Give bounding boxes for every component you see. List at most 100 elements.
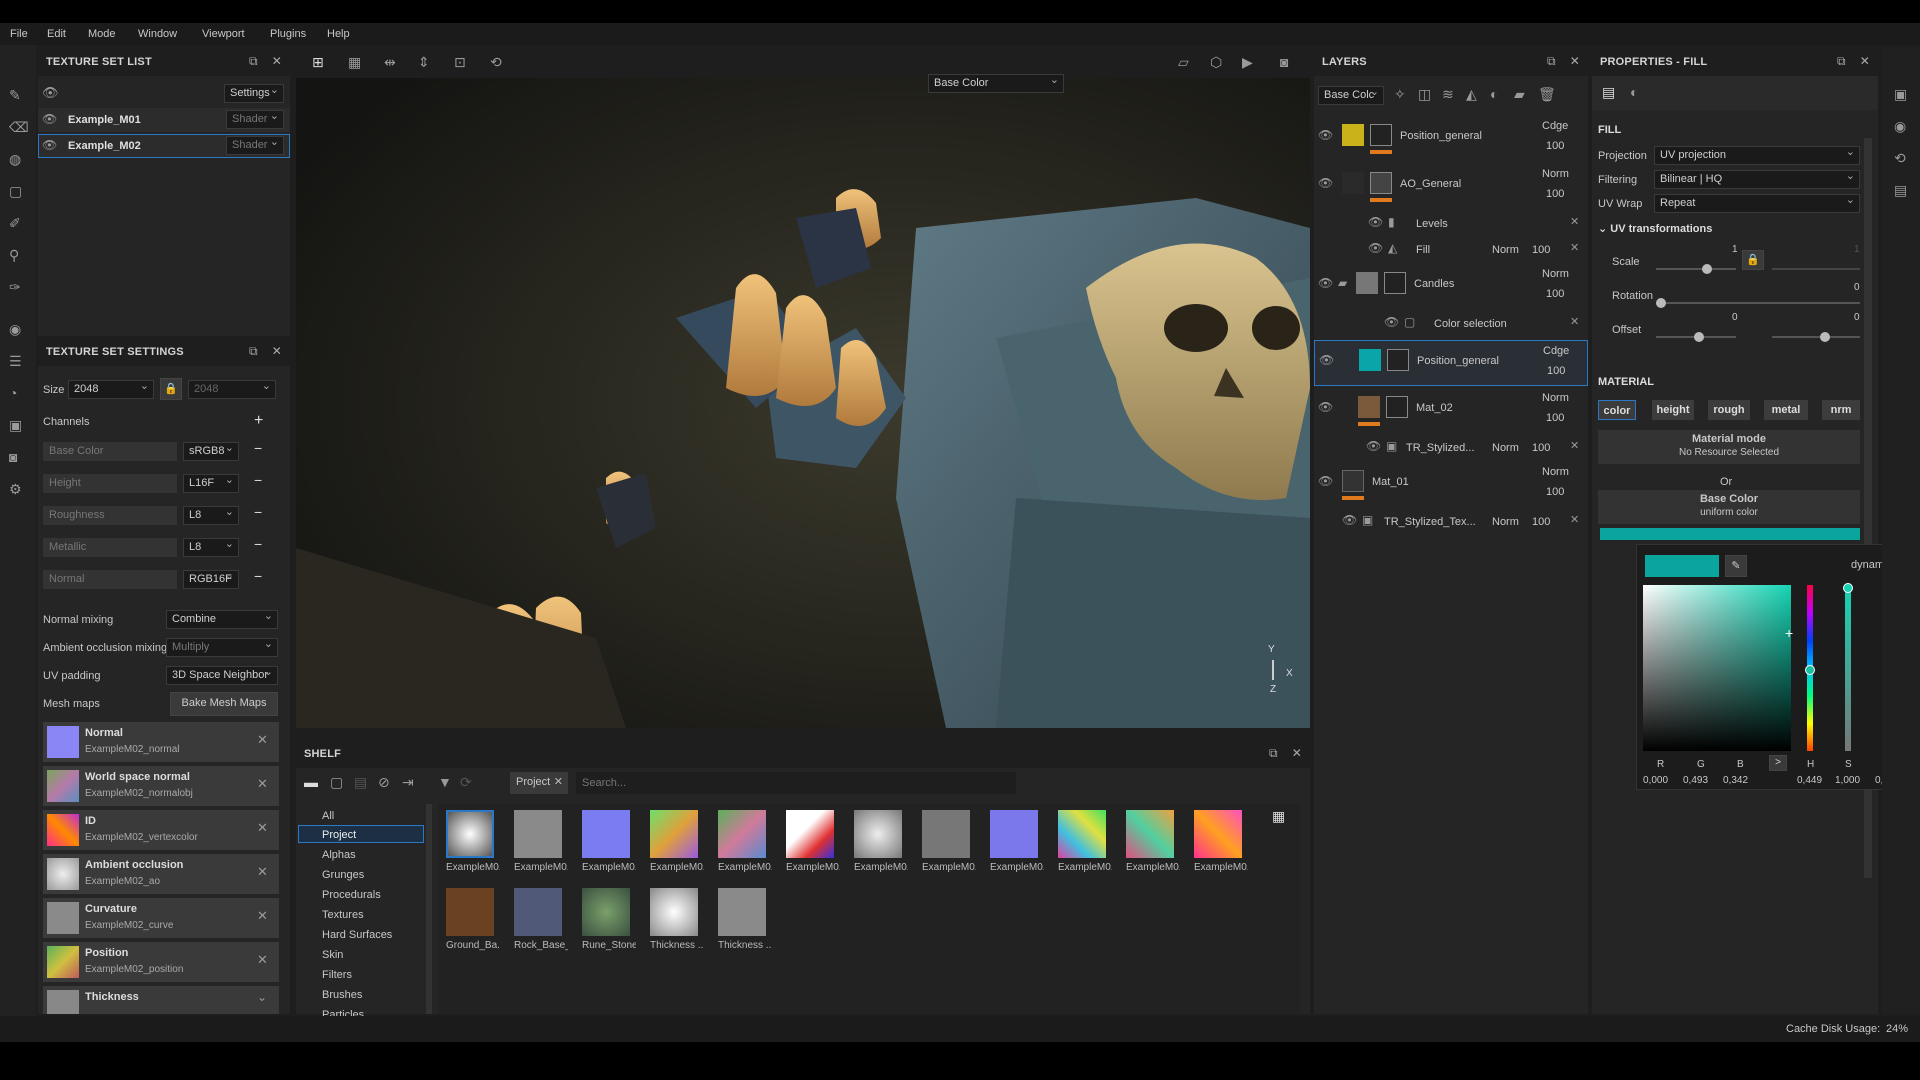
saturation-slider[interactable] xyxy=(1845,585,1851,751)
blend-mode[interactable]: Norm xyxy=(1542,268,1569,280)
blend-mode[interactable]: Cdge xyxy=(1543,345,1569,357)
clear-map-icon[interactable]: ✕ xyxy=(257,864,268,880)
scale-slider[interactable] xyxy=(1656,268,1736,270)
visibility-eye-icon[interactable]: 👁 xyxy=(1318,400,1333,414)
layer-row[interactable]: 👁 Mat_01 Norm 100 xyxy=(1314,462,1588,508)
shelf-thumbnail[interactable] xyxy=(1194,810,1242,858)
camera-icon[interactable]: ▶ xyxy=(1242,54,1253,71)
properties-tab-icon[interactable]: ▤ xyxy=(1602,84,1615,101)
undock-icon[interactable]: ⧉ xyxy=(1547,54,1556,69)
rotation-slider-handle[interactable] xyxy=(1656,298,1666,308)
import-icon[interactable]: ⇥ xyxy=(402,774,414,791)
offset-v-slider[interactable] xyxy=(1772,336,1860,338)
switch-mode-button[interactable]: > xyxy=(1769,755,1787,771)
ao-mixing-dropdown[interactable]: Multiply xyxy=(166,638,278,657)
category-filters[interactable]: Filters xyxy=(322,969,352,981)
remove-effect-icon[interactable]: ✕ xyxy=(1570,241,1579,254)
menu-viewport[interactable]: Viewport xyxy=(202,28,245,40)
base-color-box[interactable]: Base Color uniform color xyxy=(1598,490,1860,524)
menu-edit[interactable]: Edit xyxy=(47,28,66,40)
category-project[interactable]: Project xyxy=(322,829,356,841)
layer-channel-dropdown[interactable]: Base Colc xyxy=(1318,86,1384,105)
channel-format-dropdown[interactable]: sRGB8 xyxy=(183,442,239,461)
remove-filter-icon[interactable]: ✕ xyxy=(554,775,563,788)
clear-map-icon[interactable]: ✕ xyxy=(257,776,268,792)
clear-map-icon[interactable]: ✕ xyxy=(257,732,268,748)
undock-icon[interactable]: ⧉ xyxy=(1837,54,1846,69)
blend-mode[interactable]: Norm xyxy=(1492,442,1519,454)
mirror-y-icon[interactable]: ⇕ xyxy=(418,54,430,71)
layer-row[interactable]: 👁 Position_general Cdge 100 xyxy=(1314,116,1588,162)
mesh-map-item[interactable]: Normal ExampleM02_normal ✕ xyxy=(43,722,279,762)
python-icon[interactable]: ▣ xyxy=(9,417,22,434)
hue-handle[interactable] xyxy=(1805,665,1815,675)
texture-set-item-selected[interactable]: 👁 Example_M02 Shader xyxy=(38,134,290,158)
eyedropper-icon[interactable]: ✎ xyxy=(1725,555,1747,577)
shelf-thumbnail[interactable] xyxy=(1126,810,1174,858)
shelf-thumbnail[interactable] xyxy=(854,810,902,858)
visibility-eye-icon[interactable]: 👁 xyxy=(1368,241,1383,255)
filter-icon[interactable]: ▼ xyxy=(438,774,452,790)
shelf-thumbnail[interactable] xyxy=(990,810,1038,858)
layer-row[interactable]: 👁 Mat_02 Norm 100 xyxy=(1314,388,1588,434)
mesh-map-item[interactable]: Position ExampleM02_position ✕ xyxy=(43,942,279,982)
mirror-x-icon[interactable]: ⇹ xyxy=(384,54,396,71)
offset-v-handle[interactable] xyxy=(1820,332,1830,342)
category-skin[interactable]: Skin xyxy=(322,949,343,961)
display-settings-icon[interactable]: ◙ xyxy=(9,449,17,465)
remove-effect-icon[interactable]: ✕ xyxy=(1570,315,1579,328)
uv-wrap-dropdown[interactable]: Repeat xyxy=(1654,194,1860,213)
channel-format-dropdown[interactable]: L8 xyxy=(183,506,239,525)
material-tab-icon[interactable]: ◐ xyxy=(1630,84,1638,100)
projection-icon[interactable]: ◍ xyxy=(9,151,21,168)
channel-format-dropdown[interactable]: L16F xyxy=(183,474,239,493)
folder-icon[interactable]: ▬ xyxy=(304,774,318,790)
add-fill-icon[interactable]: ◭ xyxy=(1466,86,1477,103)
screenshot-icon[interactable]: ◙ xyxy=(1280,54,1288,70)
scene-icon[interactable]: ◔ xyxy=(9,385,17,401)
visibility-eye-icon[interactable]: 👁 xyxy=(1318,128,1333,142)
b-value[interactable]: 0,342 xyxy=(1723,775,1748,786)
paint-brush-icon[interactable]: ✎ xyxy=(9,87,21,104)
shelf-thumbnail[interactable] xyxy=(650,888,698,936)
rotation-slider[interactable] xyxy=(1656,302,1860,304)
shader-settings-icon[interactable]: ◉ xyxy=(1894,118,1906,135)
add-layer-icon[interactable]: ≋ xyxy=(1442,86,1454,103)
new-resource-icon[interactable]: ▢ xyxy=(330,774,343,791)
remove-channel-icon[interactable]: − xyxy=(254,536,262,552)
saturation-handle[interactable] xyxy=(1843,583,1853,593)
layer-opacity[interactable]: 100 xyxy=(1546,412,1564,424)
color-picker-icon[interactable]: ✑ xyxy=(9,279,21,296)
shelf-thumbnail[interactable] xyxy=(582,888,630,936)
layer-row-selected[interactable]: 👁 Position_general Cdge 100 xyxy=(1314,340,1588,386)
eraser-icon[interactable]: ⌫ xyxy=(9,119,29,136)
effect-row[interactable]: 👁 ◭ Fill Norm 100 ✕ xyxy=(1314,238,1588,262)
visibility-eye-icon[interactable]: 👁 xyxy=(1319,353,1334,367)
shelf-thumbnail[interactable] xyxy=(514,888,562,936)
close-icon[interactable]: ✕ xyxy=(1570,54,1580,69)
scale-slider-handle[interactable] xyxy=(1702,264,1712,274)
blend-mode[interactable]: Cdge xyxy=(1542,120,1568,132)
view-2d-icon[interactable]: ▱ xyxy=(1178,54,1189,71)
channel-format-dropdown[interactable]: RGB16F xyxy=(183,570,239,589)
texture-set-item[interactable]: 👁 Example_M01 Shader xyxy=(38,108,290,132)
shelf-thumbnail[interactable] xyxy=(786,810,834,858)
add-effect-icon[interactable]: ✧ xyxy=(1394,86,1406,103)
eye-icon[interactable]: 👁 xyxy=(42,85,59,101)
material-channel-nrm[interactable]: nrm xyxy=(1822,400,1860,420)
category-procedurals[interactable]: Procedurals xyxy=(322,889,381,901)
settings-gear-icon[interactable]: ⚙ xyxy=(9,481,22,498)
size-dropdown[interactable]: 2048 xyxy=(68,380,154,399)
category-all[interactable]: All xyxy=(322,810,334,822)
normal-mixing-dropdown[interactable]: Combine xyxy=(166,610,278,629)
visibility-eye-icon[interactable]: 👁 xyxy=(42,138,57,152)
smudge-icon[interactable]: ✐ xyxy=(9,215,21,232)
view-3d-icon[interactable]: ⬡ xyxy=(1210,54,1222,71)
mesh-map-item[interactable]: Curvature ExampleM02_curve ✕ xyxy=(43,898,279,938)
effect-opacity[interactable]: 100 xyxy=(1532,244,1550,256)
menu-help[interactable]: Help xyxy=(327,28,350,40)
effect-row[interactable]: 👁 ▣ TR_Stylized... Norm 100 ✕ xyxy=(1314,436,1588,460)
hide-icon[interactable]: ⊘ xyxy=(378,774,390,791)
mesh-map-item[interactable]: World space normal ExampleM02_normalobj … xyxy=(43,766,279,806)
h-value[interactable]: 0,449 xyxy=(1797,775,1822,786)
